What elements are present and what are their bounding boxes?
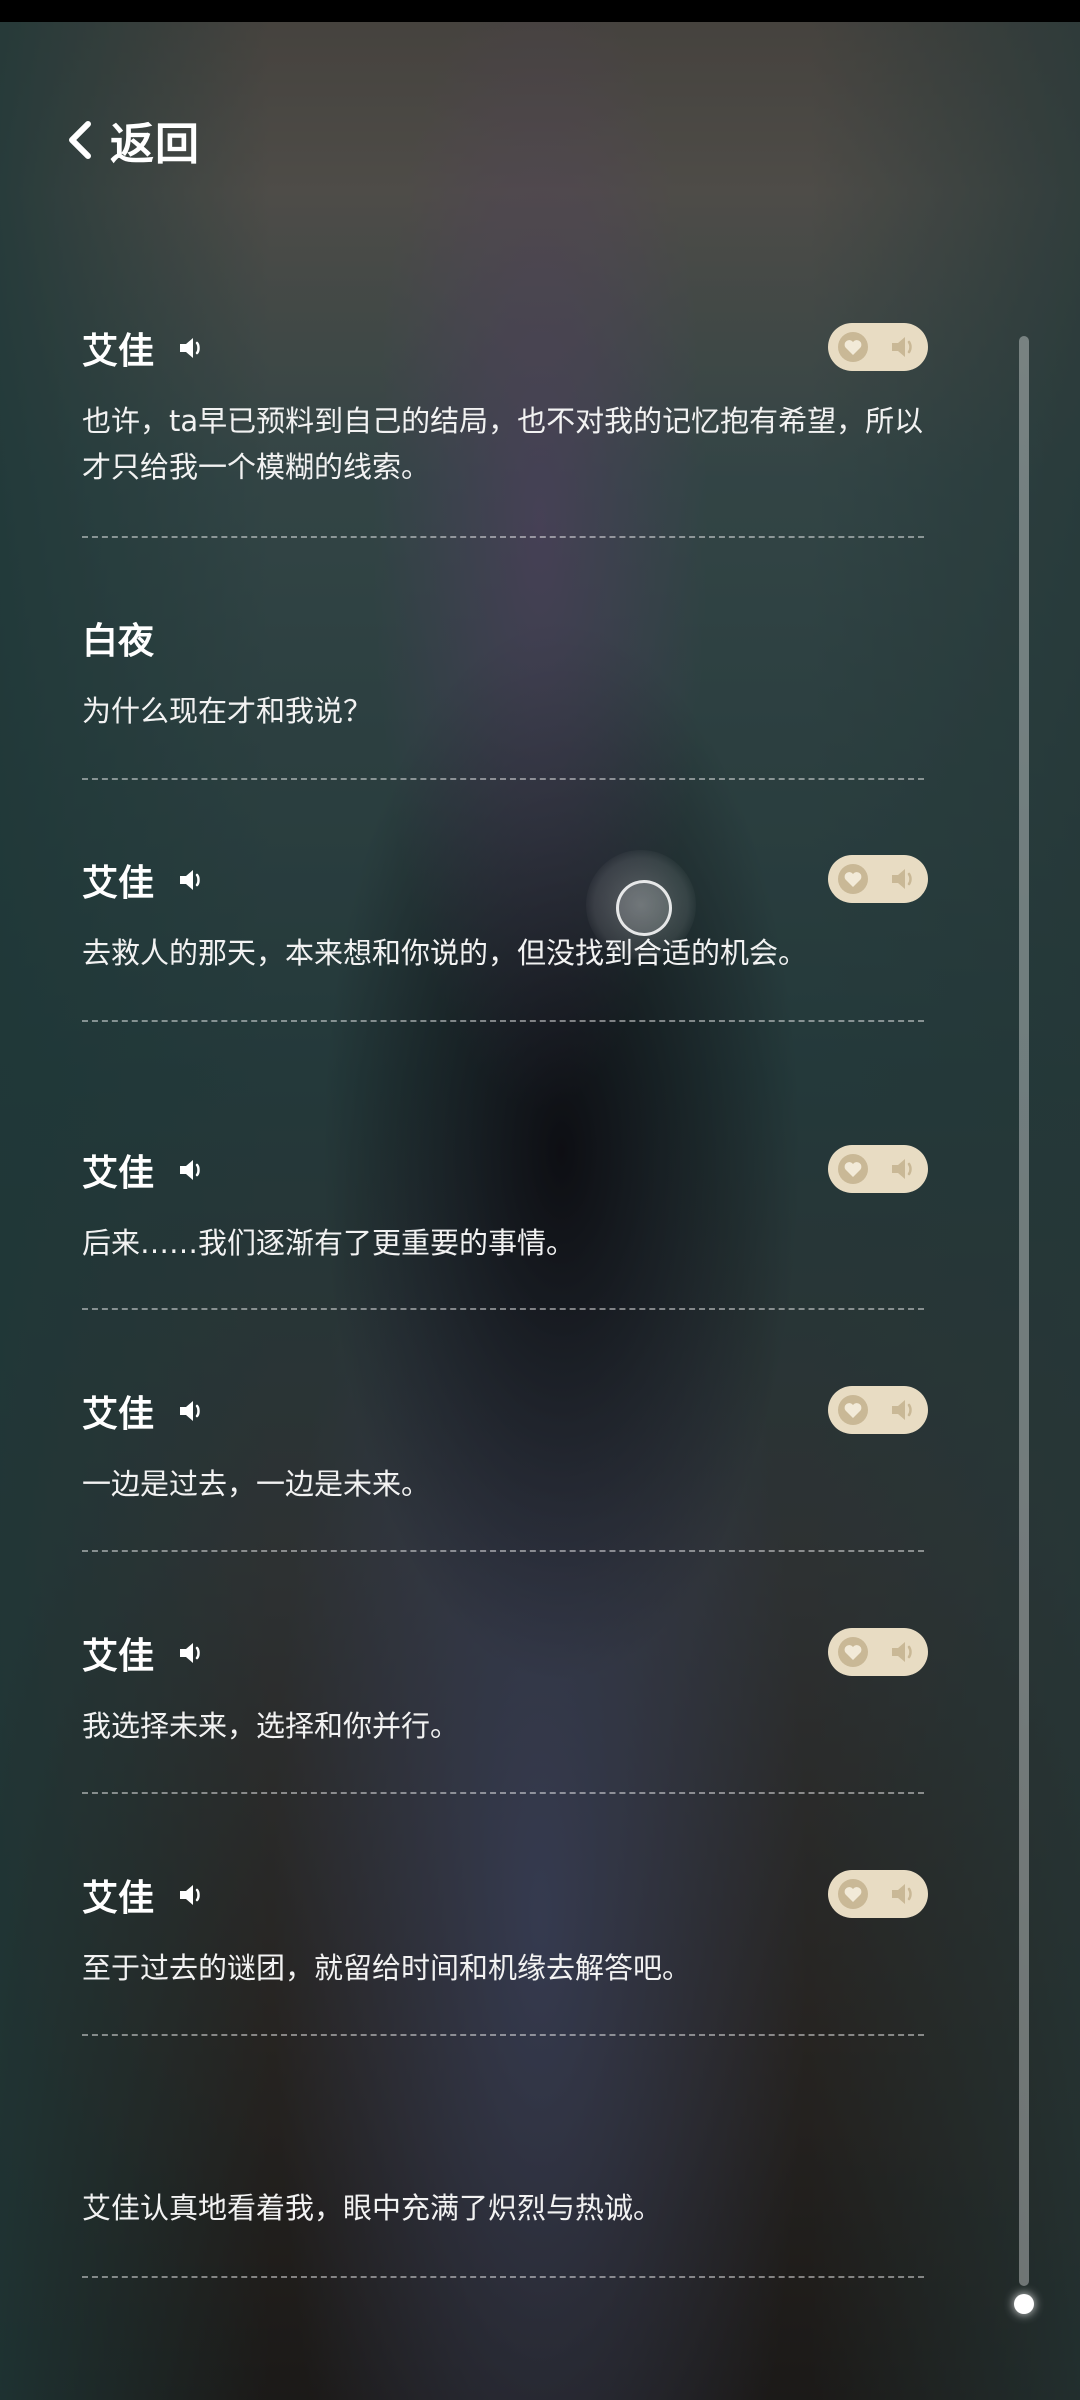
voice-icon[interactable] [176, 333, 206, 363]
divider [82, 1792, 924, 1794]
scrollbar-thumb[interactable] [1014, 2294, 1034, 2314]
voice-icon[interactable] [176, 865, 206, 895]
speaker-icon [892, 869, 912, 889]
speaker-name: 白夜 [82, 620, 155, 662]
dialogue-entry: 艾佳 我选择未来，选择和你并行。 [82, 1623, 924, 1749]
speaker-name: 艾佳 [82, 1152, 155, 1194]
dialogue-text: 我选择未来，选择和你并行。 [82, 1709, 460, 1743]
voice-icon[interactable] [176, 1880, 206, 1910]
dialogue-entry: 白夜 为什么现在才和我说？ [82, 608, 924, 734]
dialogue-text: 也许，ta早已预料到自己的结局，也不对我的记忆抱有希望，所以才只给我一个模糊的线… [82, 404, 924, 484]
heart-icon [838, 1637, 868, 1667]
dialogue-entry: 艾佳 后来……我们逐渐有了更重要的事情。 [82, 1140, 924, 1266]
heart-icon [838, 1395, 868, 1425]
touch-indicator [586, 850, 696, 960]
divider [82, 778, 924, 780]
heart-icon [838, 1154, 868, 1184]
speaker-icon [892, 1159, 912, 1179]
chevron-left-icon [69, 121, 91, 159]
speaker-icon [892, 337, 912, 357]
heart-icon [838, 1879, 868, 1909]
dialogue-text: 一边是过去，一边是未来。 [82, 1467, 431, 1501]
heart-icon [838, 864, 868, 894]
favorite-voice-toggle[interactable] [828, 1870, 928, 1918]
dialogue-entry: 艾佳 一边是过去，一边是未来。 [82, 1381, 924, 1507]
back-button[interactable]: 返回 [62, 108, 200, 172]
divider [82, 1550, 924, 1552]
speaker-name: 艾佳 [82, 330, 155, 372]
speaker-icon [892, 1642, 912, 1662]
favorite-voice-toggle[interactable] [828, 1386, 928, 1434]
speaker-name: 艾佳 [82, 1635, 155, 1677]
voice-icon[interactable] [176, 1638, 206, 1668]
speaker-name: 艾佳 [82, 862, 155, 904]
favorite-voice-toggle[interactable] [828, 1628, 928, 1676]
divider [82, 536, 924, 538]
favorite-voice-toggle[interactable] [828, 323, 928, 371]
speaker-icon [892, 1884, 912, 1904]
dialogue-entry: 艾佳 至于过去的谜团，就留给时间和机缘去解答吧。 [82, 1865, 924, 1991]
favorite-voice-toggle[interactable] [828, 1145, 928, 1193]
narration-entry: 艾佳认真地看着我，眼中充满了炽烈与热诚。 [82, 2185, 924, 2231]
divider [82, 1020, 924, 1022]
speaker-icon [892, 1400, 912, 1420]
speaker-name: 艾佳 [82, 1393, 155, 1435]
favorite-voice-toggle[interactable] [828, 855, 928, 903]
dialogue-text: 为什么现在才和我说？ [82, 694, 373, 728]
voice-icon[interactable] [176, 1155, 206, 1185]
narration-text: 艾佳认真地看着我，眼中充满了炽烈与热诚。 [82, 2191, 663, 2225]
dialogue-text: 去救人的那天，本来想和你说的，但没找到合适的机会。 [82, 936, 808, 970]
divider [82, 1308, 924, 1310]
dialogue-entry: 艾佳 也许，ta早已预料到自己的结局，也不对我的记忆抱有希望，所以才只给我一个模… [82, 318, 924, 490]
back-label: 返回 [110, 119, 200, 170]
speaker-name: 艾佳 [82, 1877, 155, 1919]
scrollbar-track[interactable] [1019, 336, 1029, 2286]
divider [82, 2276, 924, 2278]
dialogue-text: 后来……我们逐渐有了更重要的事情。 [82, 1226, 576, 1260]
heart-icon [838, 332, 868, 362]
dialogue-text: 至于过去的谜团，就留给时间和机缘去解答吧。 [82, 1951, 692, 1985]
dialogue-entry: 艾佳 去救人的那天，本来想和你说的，但没找到合适的机会。 [82, 850, 924, 976]
voice-icon[interactable] [176, 1396, 206, 1426]
status-bar [0, 0, 1080, 22]
divider [82, 2034, 924, 2036]
